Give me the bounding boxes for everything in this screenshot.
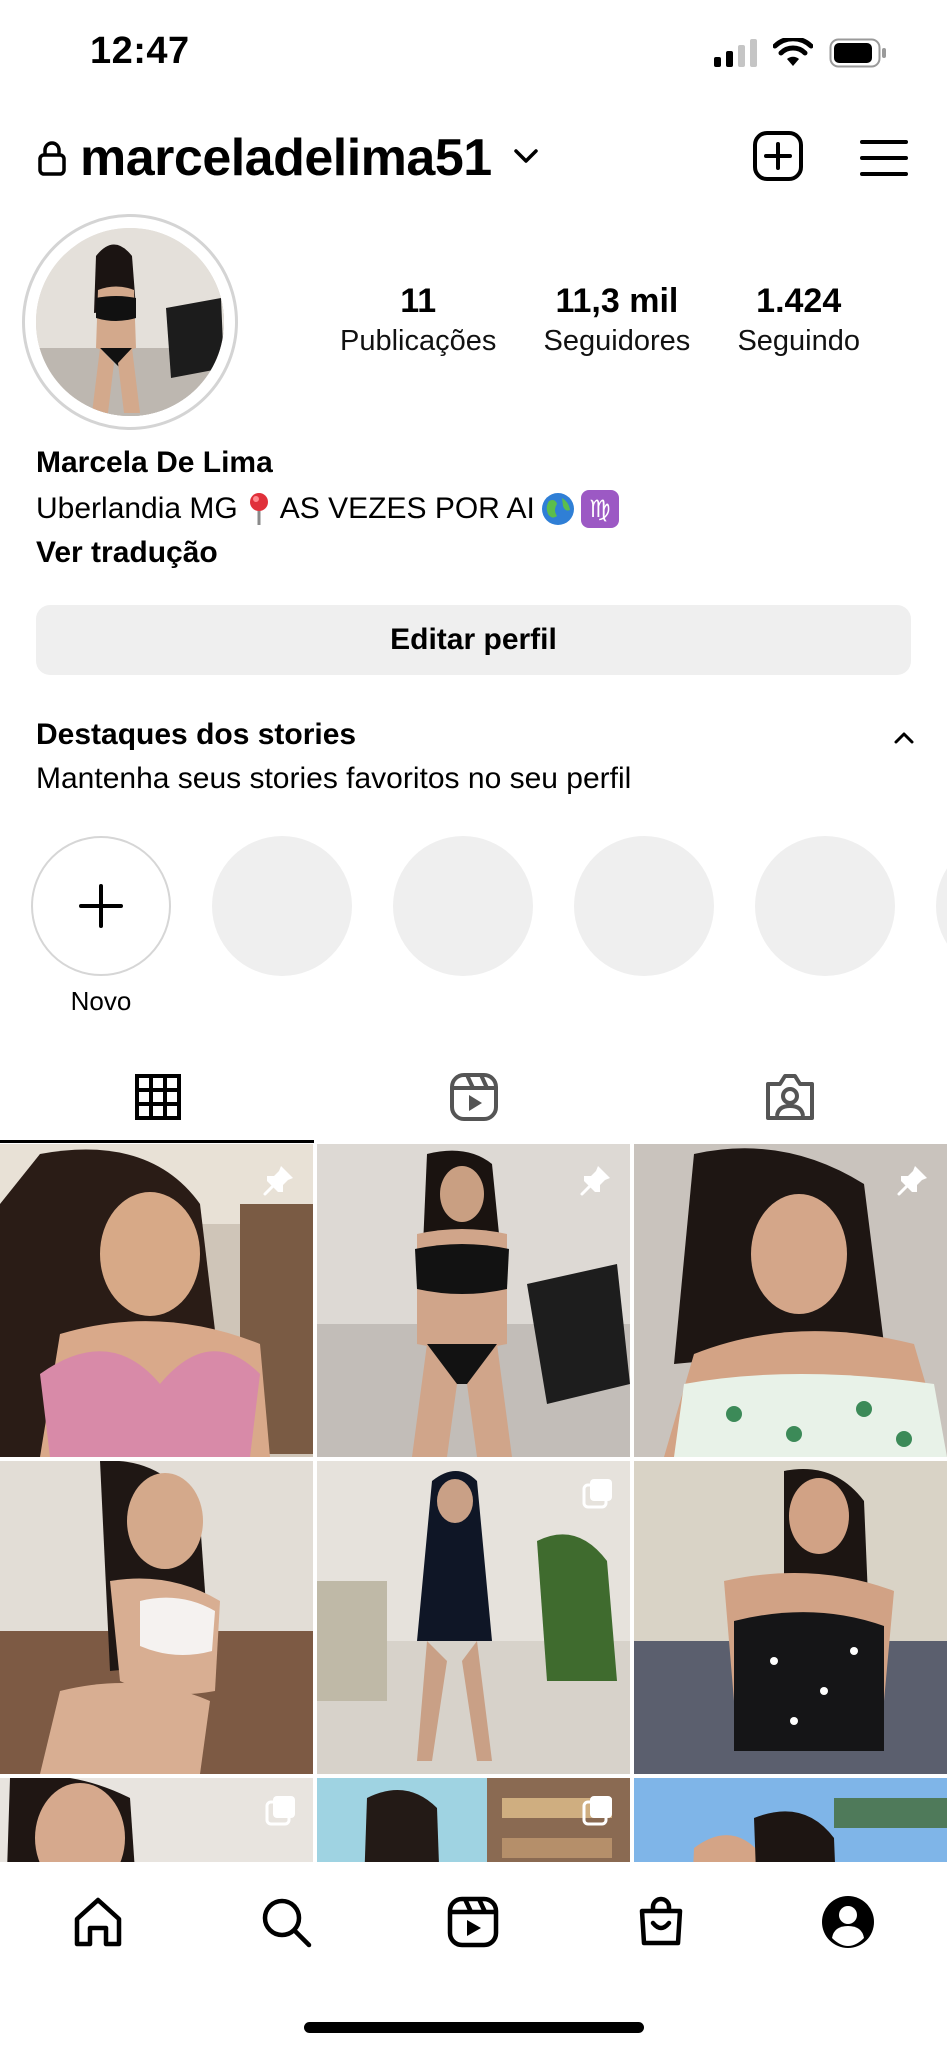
carousel-post-icon: [582, 1479, 612, 1509]
pinned-post-icon: [897, 1166, 927, 1196]
new-highlight-label: Novo: [70, 986, 132, 1016]
nav-home[interactable]: [68, 1892, 128, 1952]
home-icon: [74, 1897, 122, 1947]
virgo-emoji-icon: ♍: [580, 490, 619, 528]
stat-label: Seguindo: [737, 325, 860, 357]
menu-button[interactable]: [858, 138, 910, 178]
bottom-navigation: [0, 1862, 947, 2048]
plus-icon: [79, 884, 123, 928]
status-bar: 12:47: [0, 0, 947, 110]
post-thumbnail[interactable]: [0, 1461, 313, 1774]
tab-posts-grid[interactable]: [0, 1052, 315, 1142]
new-highlight-button[interactable]: [31, 836, 171, 976]
home-indicator: [304, 2022, 644, 2033]
shop-icon: [639, 1896, 683, 1946]
highlight-placeholder: [393, 836, 533, 976]
bio: Marcela De Lima Uberlandia MG AS VEZES P…: [36, 446, 916, 570]
bio-text: Uberlandia MG AS VEZES POR AI ♍: [36, 490, 916, 528]
stat-label: Publicações: [340, 325, 497, 357]
stat-label: Seguidores: [543, 325, 691, 357]
post-thumbnail[interactable]: [634, 1144, 947, 1457]
username-switcher[interactable]: marceladelima51: [80, 128, 492, 188]
grid-icon: [134, 1074, 181, 1120]
post-thumbnail[interactable]: [634, 1461, 947, 1774]
stat-value: 1.424: [756, 282, 842, 320]
profile-header: marceladelima51: [0, 120, 947, 200]
globe-emoji-icon: [541, 493, 574, 525]
chevron-down-icon[interactable]: [512, 146, 540, 166]
profile-name: Marcela De Lima: [36, 446, 273, 479]
status-icons: [714, 38, 887, 68]
nav-reels[interactable]: [443, 1892, 503, 1952]
posts-count[interactable]: 11 Publicações: [340, 282, 496, 358]
stat-value: 11,3 mil: [555, 282, 679, 320]
tab-reels[interactable]: [316, 1052, 631, 1142]
profile-tabs: [0, 1052, 947, 1143]
carousel-post-icon: [582, 1796, 612, 1826]
search-icon: [262, 1898, 312, 1948]
pinned-post-icon: [580, 1166, 610, 1196]
post-thumbnail[interactable]: [317, 1461, 630, 1774]
bio-city: Uberlandia MG: [36, 492, 238, 525]
nav-search[interactable]: [256, 1892, 316, 1952]
cellular-signal-icon: [714, 39, 757, 67]
highlight-placeholder: [212, 836, 352, 976]
post-thumbnail[interactable]: [0, 1144, 313, 1457]
new-post-button[interactable]: [752, 130, 804, 182]
nav-shop[interactable]: [631, 1892, 691, 1952]
wifi-icon: [773, 38, 813, 66]
carousel-post-icon: [265, 1796, 295, 1826]
post-thumbnail[interactable]: [0, 1778, 313, 1864]
stat-value: 11: [400, 282, 437, 320]
pushpin-emoji-icon: [249, 493, 268, 525]
story-highlights: Novo: [31, 836, 947, 1026]
tab-tagged[interactable]: [632, 1052, 947, 1142]
reels-icon: [447, 1896, 499, 1948]
followers-count[interactable]: 11,3 mil Seguidores: [544, 282, 691, 358]
reels-icon: [449, 1073, 498, 1121]
highlight-placeholder: [936, 836, 947, 976]
edit-profile-button[interactable]: Editar perfil: [36, 605, 911, 675]
battery-icon: [829, 38, 886, 68]
tagged-icon: [765, 1074, 814, 1120]
bio-tagline: AS VEZES POR AI: [279, 492, 535, 525]
profile-icon: [822, 1896, 874, 1948]
post-thumbnail[interactable]: [317, 1778, 630, 1864]
posts-grid: [0, 1144, 947, 1864]
following-count[interactable]: 1.424 Seguindo: [737, 282, 860, 358]
chevron-up-icon[interactable]: [892, 730, 916, 746]
status-time: 12:47: [90, 30, 190, 72]
nav-profile[interactable]: [818, 1892, 878, 1952]
post-thumbnail[interactable]: [317, 1144, 630, 1457]
lock-icon: [38, 141, 66, 176]
post-thumbnail[interactable]: [634, 1778, 947, 1864]
highlight-placeholder: [755, 836, 895, 976]
highlight-placeholder: [574, 836, 714, 976]
active-tab-indicator: [0, 1140, 314, 1143]
story-highlights-header: Destaques dos stories Mantenha seus stor…: [36, 718, 916, 796]
profile-stats: 11 Publicações 11,3 mil Seguidores 1.424…: [340, 282, 860, 358]
see-translation-link[interactable]: Ver tradução: [36, 536, 916, 570]
highlights-title: Destaques dos stories: [36, 718, 357, 751]
pinned-post-icon: [263, 1166, 293, 1196]
highlights-subtitle: Mantenha seus stories favoritos no seu p…: [36, 762, 632, 795]
avatar[interactable]: [36, 228, 224, 416]
